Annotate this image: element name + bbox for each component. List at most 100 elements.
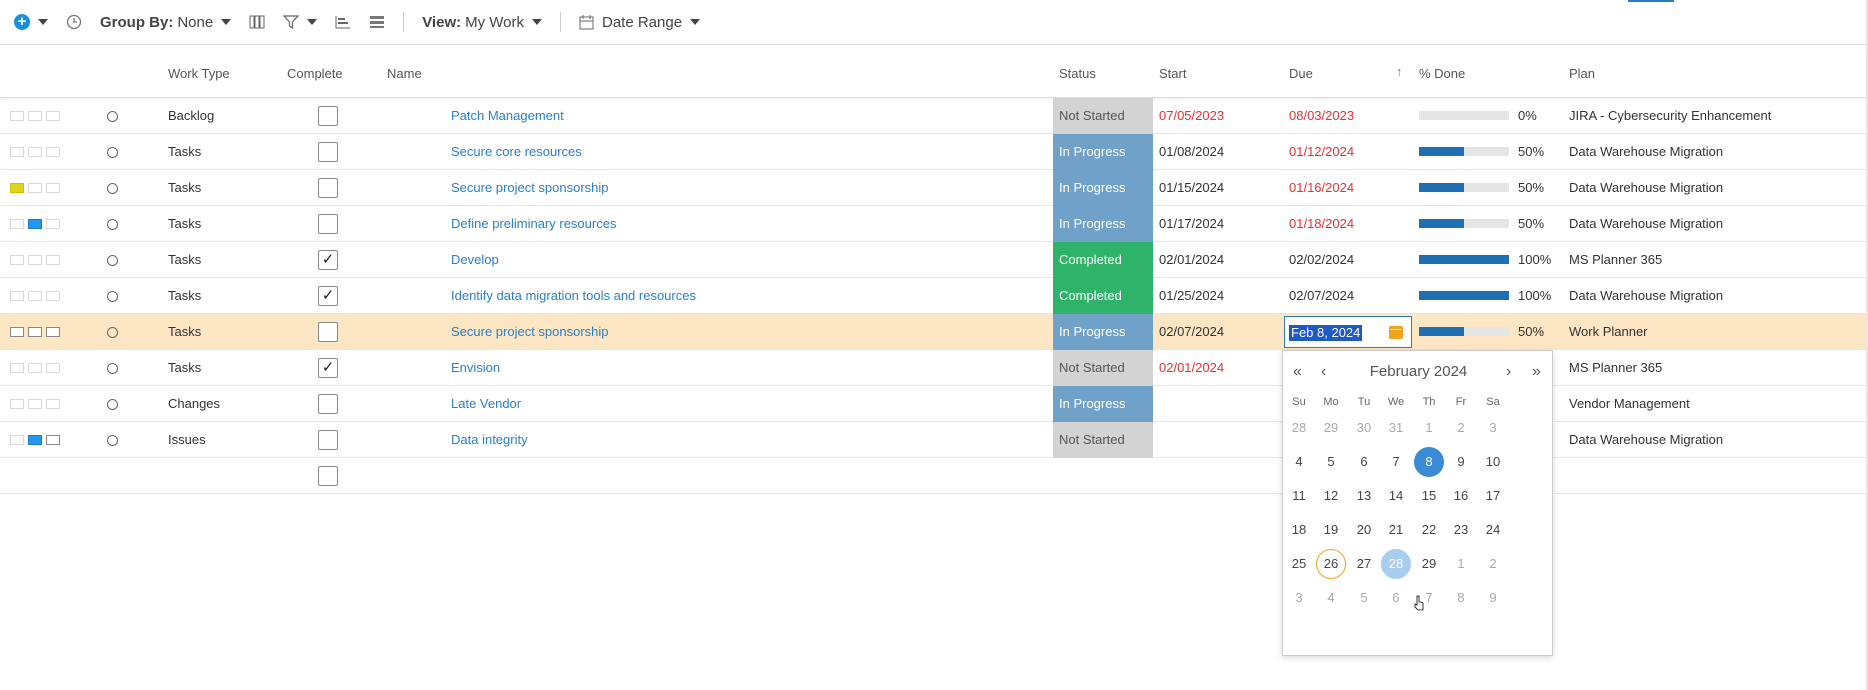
start-date-cell[interactable]: 01/25/2024 [1159, 278, 1224, 314]
task-name-link[interactable]: Data integrity [451, 422, 528, 458]
status-badge[interactable]: In Progress [1053, 206, 1153, 242]
table-row[interactable]: Tasks Define preliminary resources In Prog… [0, 206, 1866, 242]
table-row[interactable]: Issues Data integrity Not Started Data Ware… [0, 422, 1866, 458]
note-icon[interactable] [10, 183, 24, 193]
group-by-dropdown[interactable]: Group By: None [100, 14, 232, 31]
calendar-day[interactable]: 3 [1284, 583, 1314, 613]
table-row[interactable]: Tasks Secure project sponsorship In Progre… [0, 314, 1866, 350]
calendar-day[interactable]: 25 [1284, 549, 1314, 579]
due-date-input[interactable]: Feb 8, 2024 [1284, 316, 1412, 348]
note-icon[interactable] [10, 435, 24, 445]
status-badge[interactable]: In Progress [1053, 386, 1153, 422]
column-header-status[interactable]: Status [1059, 66, 1096, 81]
due-date-cell[interactable]: 08/03/2023 [1289, 98, 1354, 134]
complete-checkbox[interactable] [318, 214, 338, 234]
calendar-day[interactable]: 27 [1349, 549, 1379, 579]
start-date-cell[interactable]: 07/05/2023 [1159, 98, 1224, 134]
task-name-link[interactable]: Secure project sponsorship [451, 170, 609, 206]
task-name-link[interactable]: Identify data migration tools and resour… [451, 278, 696, 314]
complete-checkbox[interactable]: ✓ [318, 250, 338, 270]
board-icon[interactable] [46, 327, 60, 337]
calendar-day[interactable]: 5 [1316, 447, 1346, 477]
complete-checkbox[interactable] [318, 178, 338, 198]
due-date-cell[interactable]: 02/02/2024 [1289, 242, 1354, 278]
calendar-day[interactable]: 7 [1381, 447, 1411, 477]
calendar-day[interactable]: 4 [1284, 447, 1314, 477]
comment-icon[interactable] [28, 147, 42, 157]
complete-checkbox[interactable] [318, 430, 338, 450]
start-date-cell[interactable]: 01/08/2024 [1159, 134, 1224, 170]
calendar-icon[interactable] [1389, 326, 1403, 339]
task-name-link[interactable]: Secure project sponsorship [451, 314, 609, 350]
comment-icon[interactable] [28, 327, 42, 337]
task-name-link[interactable]: Define preliminary resources [451, 206, 616, 242]
comment-icon[interactable] [28, 435, 42, 445]
calendar-day[interactable]: 31 [1381, 413, 1411, 443]
due-date-cell[interactable]: 01/12/2024 [1289, 134, 1354, 170]
note-icon[interactable] [10, 111, 24, 121]
column-header-pct-done[interactable]: % Done [1419, 66, 1465, 81]
board-icon[interactable] [46, 183, 60, 193]
calendar-day[interactable]: 20 [1349, 515, 1379, 545]
history-button[interactable] [66, 14, 82, 30]
comment-icon[interactable] [28, 183, 42, 193]
start-date-cell[interactable]: 02/07/2024 [1159, 314, 1224, 350]
calendar-day[interactable]: 23 [1446, 515, 1476, 545]
column-header-start[interactable]: Start [1159, 66, 1186, 81]
calendar-day[interactable]: 1 [1446, 549, 1476, 579]
calendar-day[interactable]: 6 [1349, 447, 1379, 477]
sort-up-icon[interactable]: ↑ [1396, 64, 1403, 79]
due-date-cell[interactable]: 01/18/2024 [1289, 206, 1354, 242]
board-icon[interactable] [46, 435, 60, 445]
calendar-day[interactable]: 2 [1478, 549, 1508, 579]
note-icon[interactable] [10, 255, 24, 265]
columns-button[interactable] [249, 15, 265, 29]
calendar-day[interactable]: 9 [1478, 583, 1508, 613]
column-header-complete[interactable]: Complete [287, 66, 343, 81]
comment-icon[interactable] [28, 399, 42, 409]
calendar-day[interactable]: 28 [1284, 413, 1314, 443]
column-header-plan[interactable]: Plan [1569, 66, 1595, 81]
note-icon[interactable] [10, 399, 24, 409]
column-header-name[interactable]: Name [387, 66, 422, 81]
row-select-radio[interactable] [107, 111, 118, 122]
calendar-day[interactable]: 8 [1446, 583, 1476, 613]
board-icon[interactable] [46, 399, 60, 409]
task-name-link[interactable]: Envision [451, 350, 500, 386]
calendar-day[interactable]: 30 [1349, 413, 1379, 443]
complete-checkbox[interactable] [318, 106, 338, 126]
calendar-day[interactable]: 9 [1446, 447, 1476, 477]
board-icon[interactable] [46, 291, 60, 301]
board-icon[interactable] [46, 255, 60, 265]
list-view-button[interactable] [369, 15, 385, 29]
comment-icon[interactable] [28, 363, 42, 373]
start-date-cell[interactable]: 01/15/2024 [1159, 170, 1224, 206]
row-select-radio[interactable] [107, 435, 118, 446]
calendar-day[interactable]: 5 [1349, 583, 1379, 613]
task-name-link[interactable]: Develop [451, 242, 499, 278]
calendar-day[interactable]: 15 [1414, 481, 1444, 511]
calendar-day[interactable]: 22 [1414, 515, 1444, 545]
task-name-link[interactable]: Patch Management [451, 98, 564, 134]
row-select-radio[interactable] [107, 147, 118, 158]
date-range-dropdown[interactable]: Date Range [579, 14, 701, 31]
complete-checkbox[interactable] [318, 322, 338, 342]
task-name-link[interactable]: Late Vendor [451, 386, 521, 422]
note-icon[interactable] [10, 327, 24, 337]
start-date-cell[interactable]: 02/01/2024 [1159, 242, 1224, 278]
column-header-due[interactable]: Due [1289, 66, 1313, 81]
next-month-button[interactable]: › [1506, 363, 1511, 381]
board-icon[interactable] [46, 219, 60, 229]
row-select-radio[interactable] [107, 219, 118, 230]
calendar-month-title[interactable]: February 2024 [1283, 363, 1554, 380]
calendar-day[interactable]: 18 [1284, 515, 1314, 545]
due-date-cell[interactable]: 02/07/2024 [1289, 278, 1354, 314]
note-icon[interactable] [10, 291, 24, 301]
board-icon[interactable] [46, 363, 60, 373]
calendar-day[interactable]: 13 [1349, 481, 1379, 511]
status-badge[interactable]: Completed [1053, 242, 1153, 278]
complete-checkbox[interactable] [318, 394, 338, 414]
calendar-day[interactable]: 11 [1284, 481, 1314, 511]
table-row[interactable]: Tasks Secure core resources In Progress 01/… [0, 134, 1866, 170]
calendar-day[interactable]: 6 [1381, 583, 1411, 613]
